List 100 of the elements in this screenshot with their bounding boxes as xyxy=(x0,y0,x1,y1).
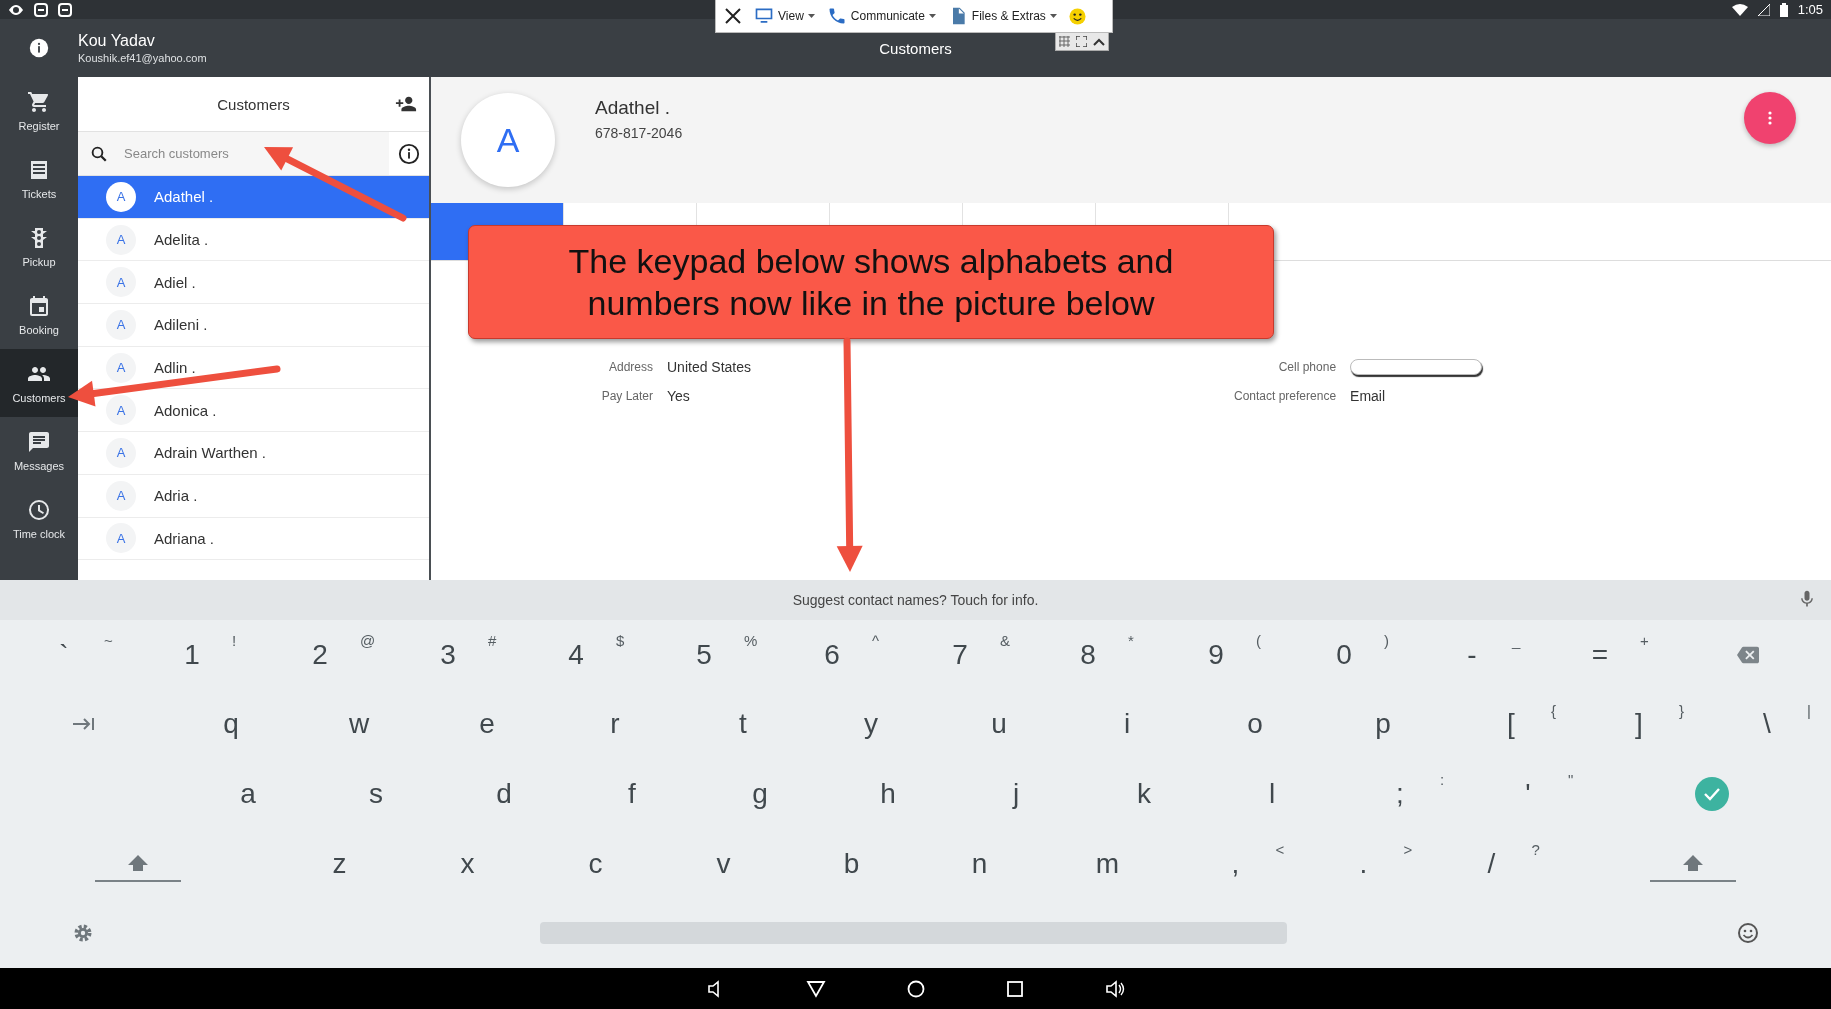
suggestion-text[interactable]: Suggest contact names? Touch for info. xyxy=(792,592,1039,608)
key[interactable]: m xyxy=(1043,828,1172,899)
monitor-icon xyxy=(754,6,774,26)
clock-time: 1:05 xyxy=(1797,2,1823,17)
key[interactable]: b xyxy=(787,828,916,899)
key[interactable]: 3 # xyxy=(384,620,512,690)
key[interactable]: 5 % xyxy=(640,620,768,690)
shift-icon xyxy=(127,854,148,871)
nav-item[interactable]: Tickets xyxy=(0,145,78,213)
key[interactable]: / ? xyxy=(1427,828,1556,899)
clock-icon xyxy=(27,498,51,522)
key[interactable]: . > xyxy=(1299,828,1428,899)
emoji-icon xyxy=(1737,922,1759,945)
nav-item[interactable]: Pickup xyxy=(0,213,78,281)
nav-item[interactable]: Messages xyxy=(0,417,78,485)
info-icon[interactable] xyxy=(28,37,50,59)
key[interactable]: , < xyxy=(1171,828,1300,899)
key[interactable]: u xyxy=(935,689,1063,760)
grid-icon[interactable] xyxy=(1059,36,1070,47)
key[interactable]: n xyxy=(915,828,1044,899)
key[interactable]: h xyxy=(824,759,952,829)
key[interactable]: 7 & xyxy=(896,620,1024,690)
check-icon xyxy=(1702,787,1721,801)
key[interactable]: d xyxy=(440,759,568,829)
key[interactable]: 6 ^ xyxy=(768,620,896,690)
nav-item[interactable]: Register xyxy=(0,77,78,145)
screen-icon xyxy=(34,2,48,17)
avatar: A xyxy=(106,523,136,554)
avatar: A xyxy=(106,309,136,340)
nav-item[interactable]: Booking xyxy=(0,281,78,349)
recents-icon[interactable] xyxy=(1005,979,1024,998)
key[interactable]: = + xyxy=(1536,620,1664,690)
key[interactable]: ; : xyxy=(1336,759,1464,829)
key[interactable]: 8 * xyxy=(1024,620,1152,690)
key[interactable]: w xyxy=(295,689,423,760)
smiley-icon[interactable] xyxy=(1068,7,1086,25)
field-label: Contact preference xyxy=(1233,388,1337,403)
key[interactable]: c xyxy=(531,828,660,899)
user-email: Koushik.ef41@yahoo.com xyxy=(78,52,207,64)
key[interactable]: l xyxy=(1208,759,1336,829)
key[interactable]: - _ xyxy=(1408,620,1536,690)
more-button[interactable] xyxy=(1744,92,1796,144)
info-icon xyxy=(398,142,420,165)
key[interactable]: 9 ( xyxy=(1152,620,1280,690)
field-value: United States xyxy=(667,358,752,375)
key[interactable]: ] } xyxy=(1575,689,1703,760)
key[interactable]: ` ~ xyxy=(0,620,128,690)
key[interactable]: [ { xyxy=(1447,689,1575,760)
field-label: Address xyxy=(607,359,653,374)
screen-icon xyxy=(58,2,72,17)
key[interactable]: k xyxy=(1080,759,1208,829)
toolbar-menu[interactable]: View xyxy=(754,6,815,26)
nav-item[interactable]: Time clock xyxy=(0,485,78,553)
nav-item[interactable]: Customers xyxy=(0,349,78,417)
avatar: A xyxy=(106,267,136,298)
customer-name: Adathel . xyxy=(595,97,671,119)
home-icon[interactable] xyxy=(905,978,926,999)
key[interactable]: x xyxy=(403,828,532,899)
expand-icon[interactable] xyxy=(1076,36,1087,47)
key[interactable]: f xyxy=(568,759,696,829)
key[interactable]: i xyxy=(1063,689,1191,760)
battery-icon xyxy=(1779,2,1788,17)
toolbar-menu[interactable]: Files & Extras xyxy=(947,6,1057,26)
speaker-icon[interactable] xyxy=(1103,978,1126,999)
key[interactable]: 4 $ xyxy=(512,620,640,690)
info-button[interactable] xyxy=(389,132,429,175)
key[interactable]: 0 ) xyxy=(1280,620,1408,690)
key[interactable]: q xyxy=(167,689,295,760)
shift-icon xyxy=(1683,854,1704,871)
key[interactable]: r xyxy=(551,689,679,760)
avatar: A xyxy=(106,224,136,255)
input-field[interactable] xyxy=(1350,358,1483,375)
key[interactable]: o xyxy=(1191,689,1319,760)
message-icon xyxy=(27,430,51,454)
signal-icon xyxy=(1757,3,1770,16)
customer-name: Adathel . xyxy=(154,188,214,206)
user-name: Kou Yadav xyxy=(78,32,156,50)
key[interactable]: e xyxy=(423,689,551,760)
key[interactable]: \ | xyxy=(1703,689,1831,760)
avatar: A xyxy=(106,181,136,212)
key[interactable]: z xyxy=(275,828,404,899)
key[interactable]: j xyxy=(952,759,1080,829)
toolbar-menu[interactable]: Communicate xyxy=(826,6,936,26)
key[interactable]: s xyxy=(312,759,440,829)
customer-name: Adileni . xyxy=(154,316,208,334)
key[interactable]: v xyxy=(659,828,788,899)
key[interactable]: 1 ! xyxy=(128,620,256,690)
caret-icon[interactable] xyxy=(1093,37,1105,46)
back-icon[interactable] xyxy=(805,979,826,998)
key[interactable]: y xyxy=(807,689,935,760)
search-icon xyxy=(90,144,108,163)
key[interactable]: a xyxy=(184,759,312,829)
key[interactable]: g xyxy=(696,759,824,829)
key[interactable]: p xyxy=(1319,689,1447,760)
close-icon[interactable] xyxy=(724,7,742,25)
cart-icon xyxy=(27,90,51,114)
key[interactable]: t xyxy=(679,689,807,760)
key[interactable]: ' " xyxy=(1464,759,1592,829)
key[interactable]: 2 @ xyxy=(256,620,384,690)
customer-row[interactable]: A Adathel . xyxy=(78,176,429,219)
